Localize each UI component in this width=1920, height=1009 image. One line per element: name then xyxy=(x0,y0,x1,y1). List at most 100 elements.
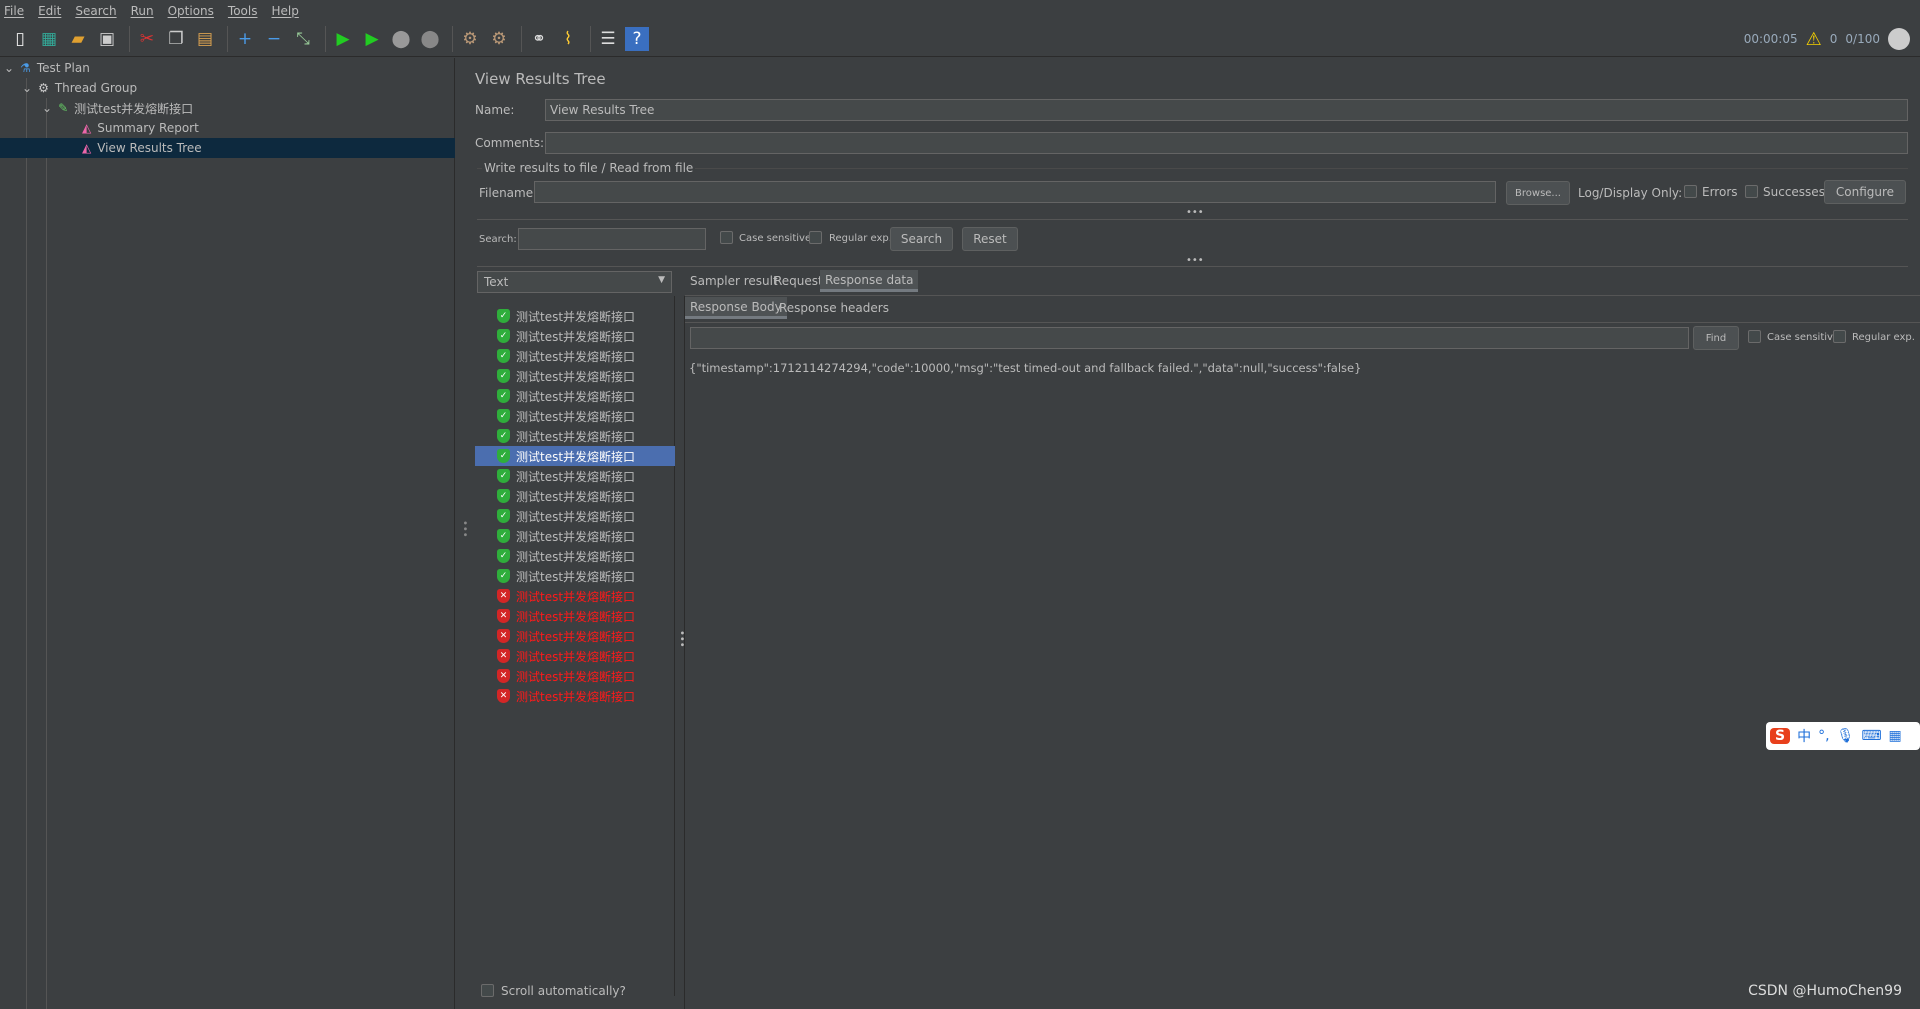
chevron-down-icon[interactable]: ⌄ xyxy=(4,61,14,75)
apps-icon[interactable]: ▦ xyxy=(1889,728,1902,744)
shutdown-icon[interactable]: ⬤ xyxy=(418,27,442,51)
result-item[interactable]: ✓ 测试test并发熔断接口 xyxy=(475,306,675,326)
success-shield-icon: ✓ xyxy=(497,309,510,323)
result-item[interactable]: ✓ 测试test并发熔断接口 xyxy=(475,326,675,346)
copy-icon[interactable]: ❐ xyxy=(164,27,188,51)
collapse-icon[interactable]: − xyxy=(262,27,286,51)
find-regular-exp-checkbox[interactable] xyxy=(1833,330,1846,343)
result-item[interactable]: ✕ 测试test并发熔断接口 xyxy=(475,646,675,666)
expand-icon[interactable]: + xyxy=(233,27,257,51)
result-item[interactable]: ✓ 测试test并发熔断接口 xyxy=(475,426,675,446)
result-item[interactable]: ✓ 测试test并发熔断接口 xyxy=(475,506,675,526)
toggle-icon[interactable]: ⤡ xyxy=(291,27,315,51)
menu-help[interactable]: Help xyxy=(271,4,298,18)
splitter-handle[interactable]: ••• xyxy=(1186,207,1204,218)
search-icon[interactable]: ⚭ xyxy=(527,27,551,51)
ime-language[interactable]: 中 xyxy=(1797,726,1811,746)
result-item[interactable]: ✓ 测试test并发熔断接口 xyxy=(475,366,675,386)
result-item[interactable]: ✕ 测试test并发熔断接口 xyxy=(475,586,675,606)
menu-options[interactable]: Options xyxy=(168,4,214,18)
tree-item-sampler[interactable]: ⌄ ✎ 测试test并发熔断接口 xyxy=(0,98,455,118)
name-field[interactable]: View Results Tree xyxy=(545,99,1908,121)
browse-button[interactable]: Browse... xyxy=(1506,181,1570,205)
warning-icon[interactable]: ⚠ xyxy=(1806,29,1822,50)
errors-checkbox[interactable] xyxy=(1684,185,1697,198)
microphone-icon[interactable]: 🎙 xyxy=(1837,728,1855,744)
log-only-label: Log/Display Only: xyxy=(1578,186,1683,200)
result-item[interactable]: ✕ 测试test并发熔断接口 xyxy=(475,686,675,706)
result-item[interactable]: ✓ 测试test并发熔断接口 xyxy=(475,406,675,426)
find-input[interactable] xyxy=(690,327,1689,349)
menu-edit[interactable]: Edit xyxy=(38,4,61,18)
scroll-auto-checkbox[interactable] xyxy=(481,984,494,997)
tree-item-thread-group[interactable]: ⌄ ⚙ Thread Group xyxy=(0,78,455,98)
open-icon[interactable]: ▰ xyxy=(66,27,90,51)
result-item[interactable]: ✓ 测试test并发熔断接口 xyxy=(475,486,675,506)
start-no-pause-icon[interactable]: ▶ xyxy=(360,27,384,51)
comments-field[interactable] xyxy=(545,132,1908,154)
cut-icon[interactable]: ✂ xyxy=(135,27,159,51)
clear-all-icon[interactable]: ⚙ xyxy=(487,27,511,51)
menu-run[interactable]: Run xyxy=(131,4,154,18)
tab-response-headers[interactable]: Response headers xyxy=(774,297,894,319)
splitter-handle[interactable]: ••• xyxy=(459,520,470,538)
result-item[interactable]: ✓ 测试test并发熔断接口 xyxy=(475,566,675,586)
regular-exp-checkbox[interactable] xyxy=(809,231,822,244)
chevron-down-icon[interactable]: ⌄ xyxy=(22,81,32,95)
menu-file[interactable]: File xyxy=(4,4,24,18)
remote-icon[interactable] xyxy=(1888,28,1910,50)
tab-response-data[interactable]: Response data xyxy=(820,270,919,292)
result-item[interactable]: ✕ 测试test并发熔断接口 xyxy=(475,626,675,646)
splitter-handle[interactable]: ••• xyxy=(676,630,687,648)
ime-toolbar[interactable]: S 中 °, 🎙 ⌨ ▦ xyxy=(1766,722,1920,750)
new-icon[interactable]: ▯ xyxy=(8,27,32,51)
configure-button[interactable]: Configure xyxy=(1824,180,1906,204)
save-icon[interactable]: ▣ xyxy=(95,27,119,51)
help-icon[interactable]: ? xyxy=(625,26,649,51)
tree-item-summary-report[interactable]: ◭ Summary Report xyxy=(0,118,455,138)
chevron-down-icon[interactable]: ⌄ xyxy=(42,101,52,115)
stop-icon[interactable]: ⬤ xyxy=(389,27,413,51)
result-item[interactable]: ✓ 测试test并发熔断接口 xyxy=(475,526,675,546)
chart-icon: ◭ xyxy=(82,141,92,155)
result-item[interactable]: ✓ 测试test并发熔断接口 xyxy=(475,466,675,486)
result-item[interactable]: ✓ 测试test并发熔断接口 xyxy=(475,346,675,366)
result-label: 测试test并发熔断接口 xyxy=(516,369,636,384)
search-input[interactable] xyxy=(518,228,706,250)
clear-icon[interactable]: ⚙ xyxy=(458,27,482,51)
menu-tools[interactable]: Tools xyxy=(228,4,258,18)
result-label: 测试test并发熔断接口 xyxy=(516,449,636,464)
tab-request[interactable]: Request xyxy=(769,270,828,292)
search-button[interactable]: Search xyxy=(890,227,953,251)
paste-icon[interactable]: ▤ xyxy=(193,27,217,51)
filename-field[interactable] xyxy=(534,181,1496,203)
chart-icon: ◭ xyxy=(82,121,92,135)
case-sensitive-checkbox[interactable] xyxy=(720,231,733,244)
punctuation-icon[interactable]: °, xyxy=(1818,728,1829,744)
renderer-select[interactable]: Text ▼ xyxy=(477,271,672,293)
result-item[interactable]: ✓ 测试test并发熔断接口 xyxy=(475,446,675,466)
tree-item-view-results-tree[interactable]: ◭ View Results Tree xyxy=(0,138,455,158)
reset-button[interactable]: Reset xyxy=(962,227,1018,251)
splitter-handle[interactable]: ••• xyxy=(1186,255,1204,266)
find-button[interactable]: Find xyxy=(1693,326,1739,350)
successes-checkbox[interactable] xyxy=(1745,185,1758,198)
keyboard-icon[interactable]: ⌨ xyxy=(1861,728,1881,744)
function-helper-icon[interactable]: ☰ xyxy=(596,27,620,51)
response-body-text[interactable]: {"timestamp":1712114274294,"code":10000,… xyxy=(689,361,1361,375)
result-item[interactable]: ✕ 测试test并发熔断接口 xyxy=(475,606,675,626)
reset-search-icon[interactable]: ⌇ xyxy=(556,27,580,51)
find-case-sensitive-checkbox[interactable] xyxy=(1748,330,1761,343)
result-item[interactable]: ✕ 测试test并发熔断接口 xyxy=(475,666,675,686)
result-item[interactable]: ✓ 测试test并发熔断接口 xyxy=(475,386,675,406)
scroll-auto-label: Scroll automatically? xyxy=(501,984,626,998)
success-shield-icon: ✓ xyxy=(497,449,510,463)
tab-response-body[interactable]: Response Body xyxy=(685,297,787,319)
tree-item-test-plan[interactable]: ⌄ ⚗ Test Plan xyxy=(0,58,455,78)
menu-search[interactable]: Search xyxy=(75,4,116,18)
start-icon[interactable]: ▶ xyxy=(331,27,355,51)
result-item[interactable]: ✓ 测试test并发熔断接口 xyxy=(475,546,675,566)
result-label: 测试test并发熔断接口 xyxy=(516,489,636,504)
ime-logo: S xyxy=(1770,728,1791,744)
templates-icon[interactable]: ▦ xyxy=(37,27,61,51)
